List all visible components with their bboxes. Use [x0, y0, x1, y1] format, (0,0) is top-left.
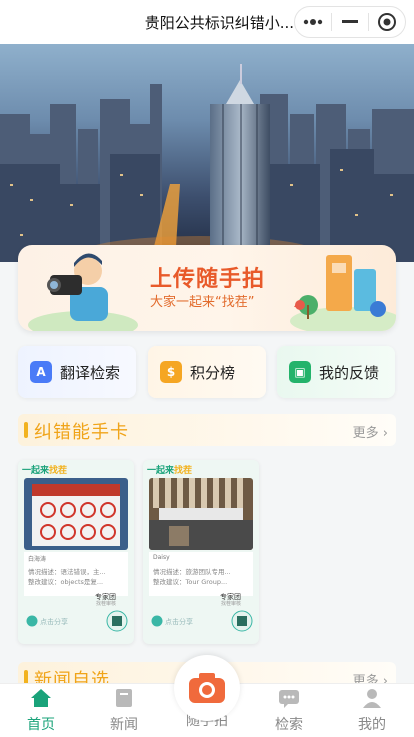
feedback-icon: ▣: [289, 361, 311, 383]
ceiling-sign-photo: [149, 478, 253, 550]
search-chat-icon: [279, 690, 299, 708]
home-icon: [31, 689, 51, 707]
window-title: 贵阳公共标识纠错小...: [144, 14, 294, 32]
snapshot-camera-button[interactable]: [174, 655, 240, 721]
correction-card[interactable]: 一起来找茬 白海涛 情况描述：语法错误，主... 整改建议：objects是复.…: [18, 460, 134, 644]
capsule-divider: [368, 13, 370, 31]
more-dots-icon: [303, 19, 322, 25]
upload-banner-subtitle: 大家一起来“找茬”: [150, 295, 255, 310]
card-team-sub: 找茬审核: [95, 601, 116, 607]
tab-label: 检索: [275, 717, 303, 733]
more-button[interactable]: [296, 7, 330, 37]
qr-badge-icon: [106, 610, 128, 632]
card-description: 情况描述：语法错误，主...: [28, 568, 106, 576]
card-header-prefix: 一起来: [22, 466, 50, 476]
card-photo: [24, 478, 128, 550]
tab-home[interactable]: 首页: [11, 688, 71, 734]
card-meta: Daisy 情况描述：旅游团队专用... 整改建议：Tour Group...: [149, 552, 253, 596]
upload-banner-title: 上传随手拍: [150, 267, 266, 292]
share-icon: [151, 615, 163, 627]
card-header-prefix: 一起来: [147, 466, 175, 476]
translate-icon: A: [30, 361, 52, 383]
city-illustration: [290, 255, 396, 331]
photographer-illustration: [28, 253, 138, 331]
leaderboard-label: 积分榜: [190, 363, 236, 382]
section-accent-bar: [24, 422, 28, 438]
news-icon: [116, 689, 132, 707]
tab-label: 我的: [358, 717, 386, 733]
card-user: Daisy: [153, 554, 170, 561]
qr-badge-icon: [231, 610, 253, 632]
card-header: 一起来找茬: [22, 463, 67, 476]
title-bar: 贵阳公共标识纠错小...: [0, 0, 414, 44]
minimize-button[interactable]: [333, 7, 367, 37]
tab-search[interactable]: 检索: [259, 688, 319, 734]
correction-card[interactable]: 一起来找茬 Daisy 情况描述：旅游团队专用... 整改建议：Tour Gro…: [143, 460, 259, 644]
tab-news[interactable]: 新闻: [94, 688, 154, 734]
city-skyline-image: [0, 44, 414, 262]
profile-icon: [363, 689, 381, 708]
camera-icon: [189, 673, 225, 703]
upload-photo-banner[interactable]: 上传随手拍 大家一起来“找茬”: [18, 245, 396, 331]
share-icon: [26, 615, 38, 627]
close-target-icon: [378, 13, 397, 31]
my-feedback-entry[interactable]: ▣ 我的反馈: [277, 346, 395, 398]
card-user: 白海涛: [28, 556, 47, 563]
section-title: 纠错能手卡: [34, 422, 129, 443]
close-button[interactable]: [370, 7, 404, 37]
card-description: 情况描述：旅游团队专用...: [153, 568, 231, 576]
tab-label: 首页: [27, 717, 55, 733]
tab-profile[interactable]: 我的: [342, 688, 402, 734]
capsule-divider: [330, 13, 332, 31]
points-icon: $: [160, 361, 182, 383]
card-header: 一起来找茬: [147, 463, 192, 476]
card-photo: [149, 478, 253, 550]
leaderboard-entry[interactable]: $ 积分榜: [148, 346, 266, 398]
translate-search-entry[interactable]: A 翻译检索: [18, 346, 136, 398]
my-feedback-label: 我的反馈: [319, 363, 380, 382]
tab-label: 新闻: [110, 717, 138, 733]
card-suggestion: 整改建议：Tour Group...: [153, 578, 228, 586]
translate-search-label: 翻译检索: [60, 363, 121, 382]
minimize-icon: [341, 20, 358, 23]
more-link[interactable]: 更多 ›: [353, 422, 388, 441]
capsule-menu: [294, 6, 406, 38]
prohibition-sign-photo: [24, 478, 128, 550]
card-header-highlight: 找茬: [49, 466, 68, 476]
card-team-sub: 找茬审核: [220, 601, 241, 607]
hero-city-image: [0, 44, 414, 262]
card-share[interactable]: 点击分享: [165, 617, 193, 627]
card-suggestion: 整改建议：objects是复...: [28, 578, 104, 586]
section-header-correction: 纠错能手卡 更多 ›: [18, 414, 396, 446]
card-meta: 白海涛 情况描述：语法错误，主... 整改建议：objects是复...: [24, 552, 128, 596]
card-share[interactable]: 点击分享: [40, 617, 68, 627]
card-header-highlight: 找茬: [174, 466, 193, 476]
